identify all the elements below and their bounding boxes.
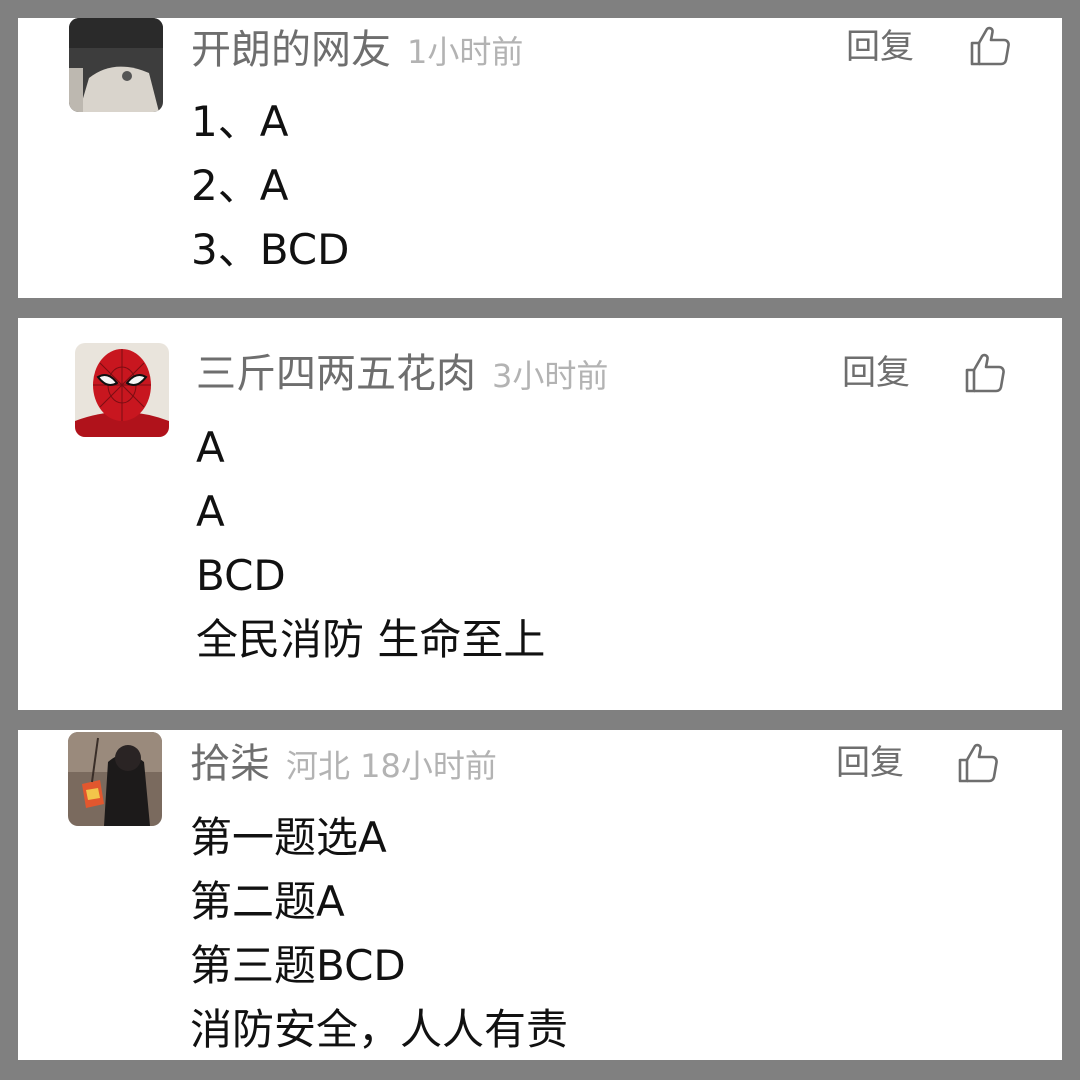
comment-header: 拾柒 河北 18小时前 <box>190 744 497 784</box>
like-button[interactable] <box>956 741 1000 785</box>
comment-header: 三斤四两五花肉 3小时前 <box>196 354 608 394</box>
comment-card: 三斤四两五花肉 3小时前 回复 A A BCD 全民消防 生命至上 <box>18 318 1062 710</box>
username[interactable]: 拾柒 <box>190 744 270 784</box>
like-button[interactable] <box>968 24 1012 68</box>
comment-header: 开朗的网友 1小时前 <box>191 30 523 70</box>
user-avatar[interactable] <box>75 343 169 437</box>
comment-body: 第一题选A 第二题A 第三题BCD 消防安全，人人有责 <box>190 806 568 1060</box>
avatar-person-photo-icon <box>68 732 162 826</box>
user-avatar[interactable] <box>68 732 162 826</box>
comment-body: 1、A 2、A 3、BCD <box>191 90 349 282</box>
comment-line: 2、A <box>191 161 289 210</box>
reply-button[interactable]: 回复 <box>846 30 914 64</box>
comment-line: 消防安全，人人有责 <box>190 1005 569 1054</box>
comment-line: 第二题A <box>190 877 345 926</box>
username[interactable]: 三斤四两五花肉 <box>196 354 476 394</box>
reply-button[interactable]: 回复 <box>842 356 910 390</box>
comment-line: A <box>196 487 225 536</box>
username[interactable]: 开朗的网友 <box>191 30 391 70</box>
thumbs-up-icon <box>965 353 1005 393</box>
thumbs-up-icon <box>970 26 1010 66</box>
comment-line: 3、BCD <box>191 225 350 274</box>
thumbs-up-icon <box>958 743 998 783</box>
comment-line: 第三题BCD <box>190 941 406 990</box>
comment-line: 1、A <box>191 97 289 146</box>
comment-line: A <box>196 423 225 472</box>
avatar-spider-mask-icon <box>75 343 169 437</box>
comment-body: A A BCD 全民消防 生命至上 <box>196 416 545 672</box>
like-button[interactable] <box>963 351 1007 395</box>
comment-card: 开朗的网友 1小时前 回复 1、A 2、A 3、BCD <box>18 18 1062 298</box>
comment-card: 拾柒 河北 18小时前 回复 第一题选A 第二题A 第三题BCD 消防安全，人人… <box>18 730 1062 1060</box>
comment-line: 第一题选A <box>190 813 387 862</box>
avatar-dark-photo-icon <box>69 18 163 112</box>
timestamp: 3小时前 <box>492 357 609 395</box>
comment-line: BCD <box>196 551 286 600</box>
timestamp: 1小时前 <box>407 33 524 71</box>
comment-line: 全民消防 生命至上 <box>196 615 546 664</box>
reply-button[interactable]: 回复 <box>836 746 904 780</box>
location-timestamp: 河北 18小时前 <box>286 747 497 785</box>
user-avatar[interactable] <box>69 18 163 112</box>
